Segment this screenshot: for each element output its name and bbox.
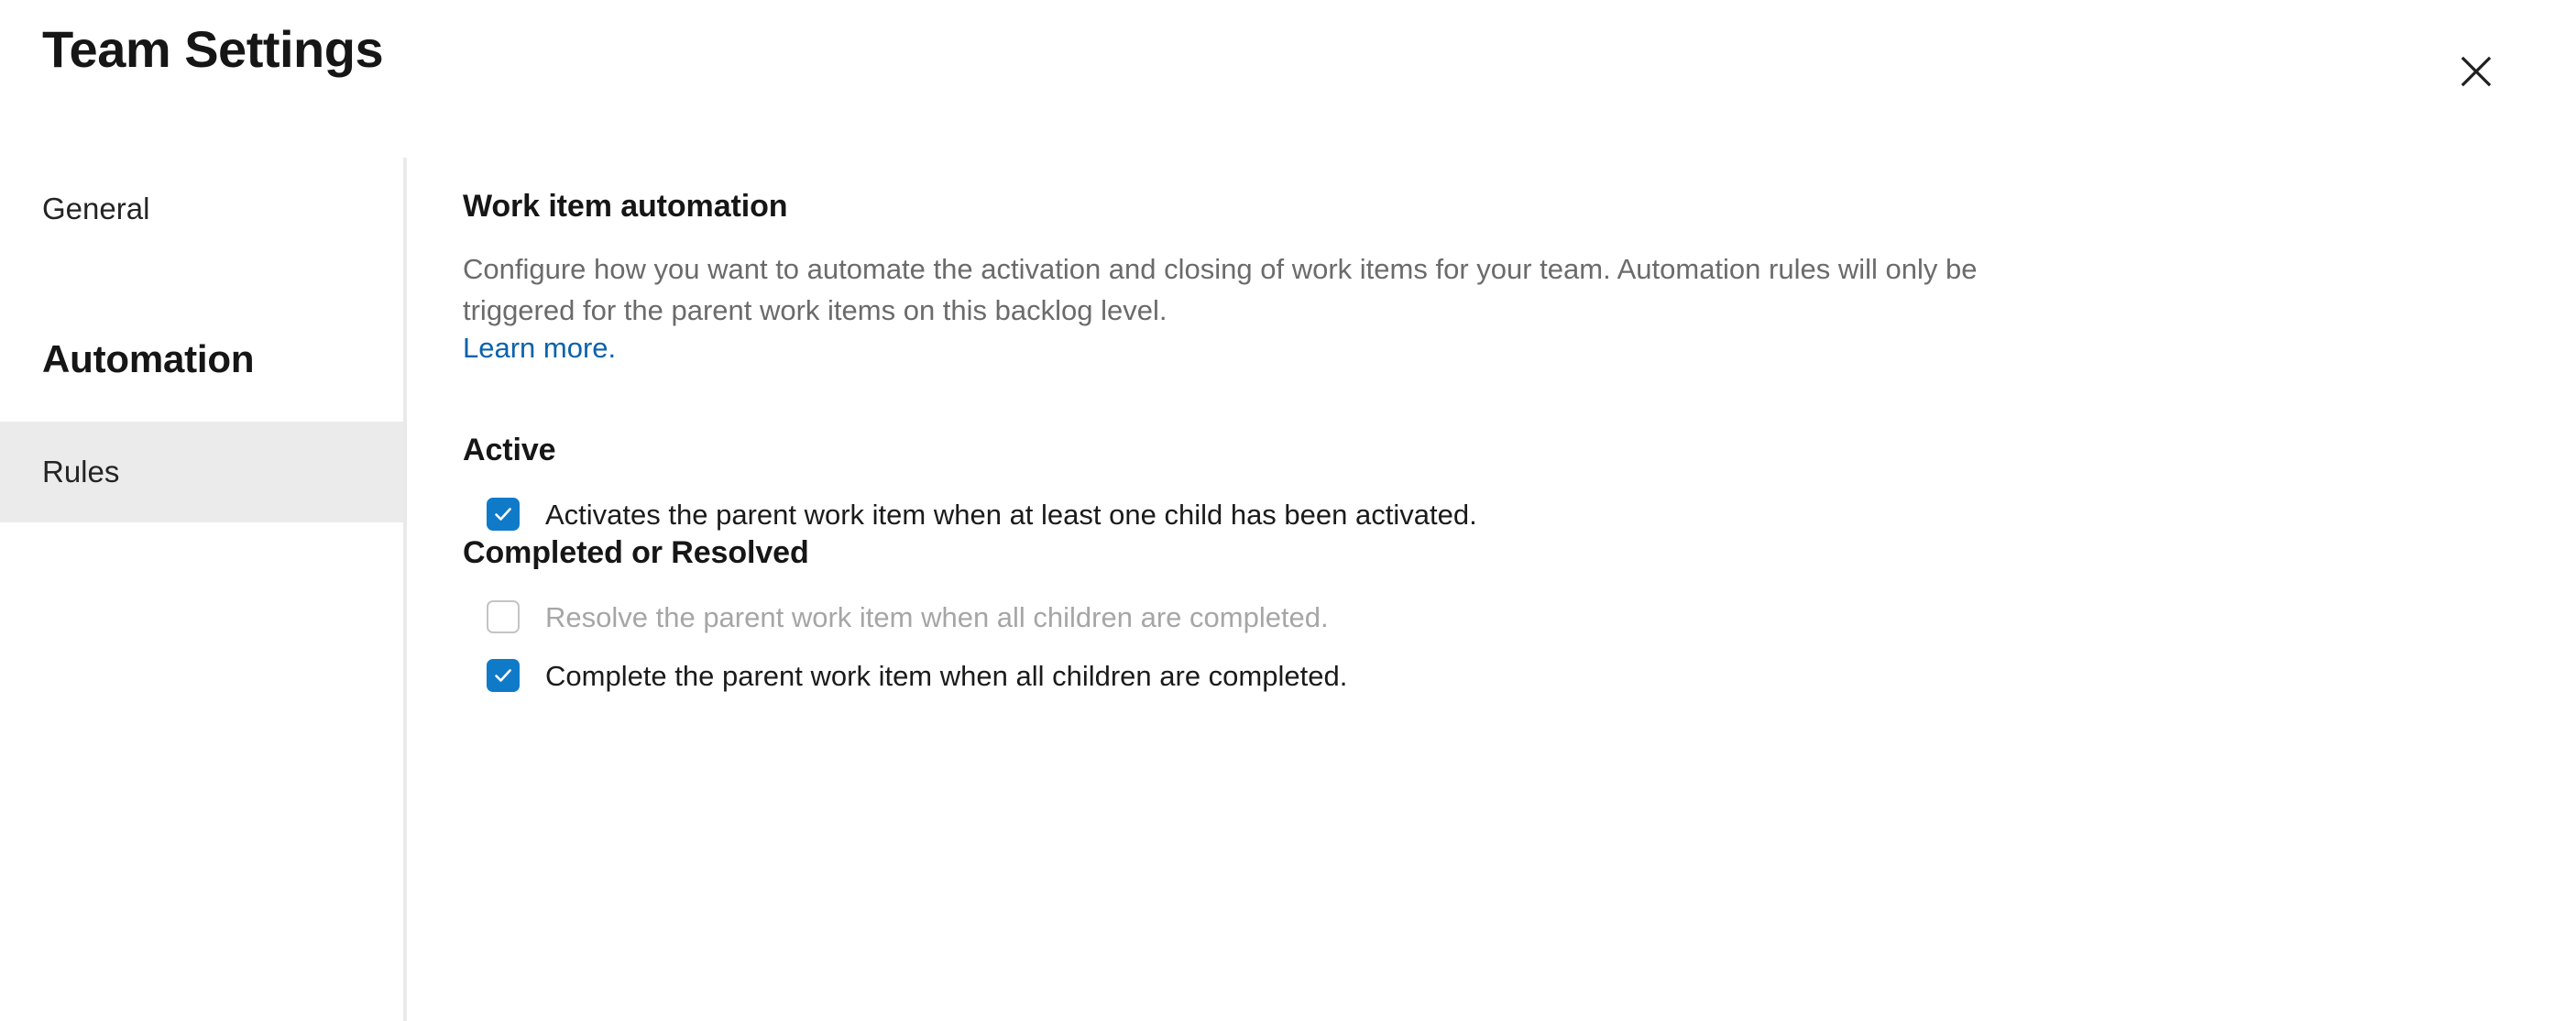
sidebar-item-rules[interactable]: Rules bbox=[0, 422, 403, 522]
sidebar-item-general[interactable]: General bbox=[0, 158, 403, 260]
checkbox-activate-parent[interactable] bbox=[487, 498, 520, 531]
learn-more-link[interactable]: Learn more. bbox=[463, 332, 616, 365]
settings-content-pane: Work item automation Configure how you w… bbox=[463, 158, 2576, 1021]
page-title: Team Settings bbox=[42, 20, 384, 78]
rule-label-resolve-parent: Resolve the parent work item when all ch… bbox=[545, 600, 1329, 633]
rule-checkbox-row-resolve-parent: Resolve the parent work item when all ch… bbox=[463, 587, 2576, 646]
section-description: Configure how you want to automate the a… bbox=[463, 248, 2576, 331]
sidebar-divider bbox=[403, 158, 407, 1021]
group-heading-active: Active bbox=[463, 433, 556, 467]
section-title-work-item-automation: Work item automation bbox=[463, 189, 788, 224]
rule-checkbox-row-complete-parent[interactable]: Complete the parent work item when all c… bbox=[463, 646, 2576, 705]
rule-label-activate-parent: Activates the parent work item when at l… bbox=[545, 498, 1477, 531]
dialog-header: Team Settings bbox=[0, 0, 2576, 158]
group-heading-completed-or-resolved: Completed or Resolved bbox=[463, 535, 809, 570]
description-line-1: Configure how you want to automate the a… bbox=[463, 253, 1978, 285]
description-line-2: triggered for the parent work items on t… bbox=[463, 294, 1167, 326]
rule-label-complete-parent: Complete the parent work item when all c… bbox=[545, 659, 1348, 692]
rule-group-active: Active Activates the parent work item wh… bbox=[463, 433, 2576, 543]
settings-sidebar: General Automation Rules bbox=[0, 158, 403, 1021]
checkbox-resolve-parent bbox=[487, 600, 520, 633]
checkbox-complete-parent[interactable] bbox=[487, 659, 520, 692]
sidebar-item-label: Rules bbox=[42, 455, 120, 489]
rule-group-completed-or-resolved: Completed or Resolved Resolve the parent… bbox=[463, 535, 2576, 705]
sidebar-item-label: General bbox=[42, 192, 150, 225]
sidebar-group-automation: Automation bbox=[42, 337, 255, 380]
close-button[interactable] bbox=[2449, 44, 2504, 99]
close-icon bbox=[2460, 55, 2493, 88]
